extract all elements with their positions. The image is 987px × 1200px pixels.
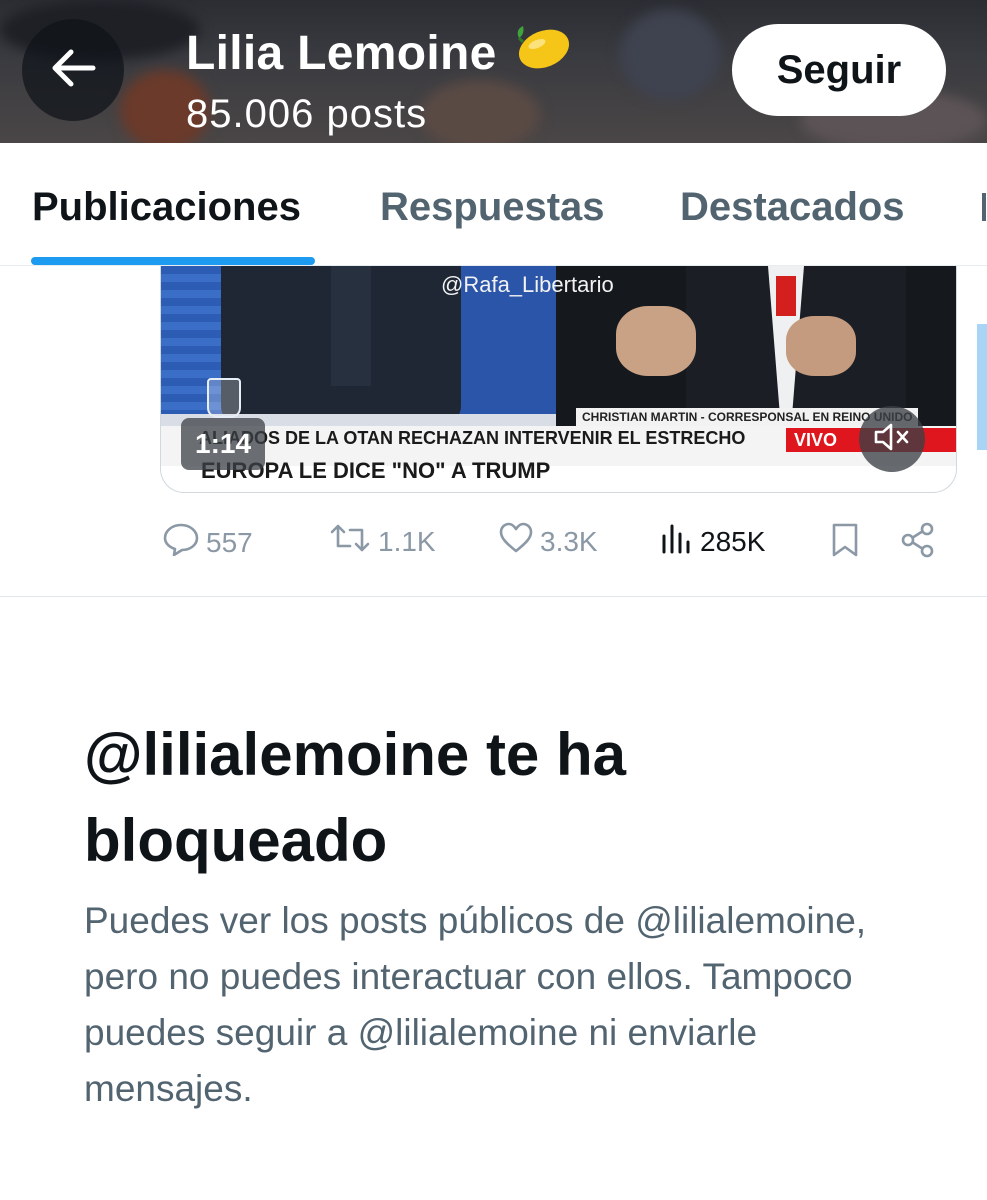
repost-count: 1.1K: [378, 525, 436, 557]
correspondent-hand: [616, 306, 696, 376]
lemon-icon: [511, 22, 573, 84]
tab-destacados[interactable]: Destacados: [680, 185, 905, 230]
bookmark-button[interactable]: [830, 522, 860, 565]
share-button[interactable]: [900, 522, 936, 565]
like-button[interactable]: 3.3K: [498, 522, 598, 561]
profile-name-text: Lilia Lemoine: [186, 26, 497, 80]
tab-respuestas[interactable]: Respuestas: [380, 185, 605, 230]
news-headline: ALIADOS DE LA OTAN RECHAZAN INTERVENIR E…: [199, 428, 746, 448]
video-player[interactable]: @Rafa_Libertario CHRISTIAN MARTIN - CORR…: [160, 266, 957, 493]
post-action-bar: 557 1.1K 3.3K 285K: [0, 512, 987, 572]
profile-header: Lilia Lemoine 85.006 posts Seguir: [0, 0, 987, 143]
video-watermark: @Rafa_Libertario: [441, 272, 614, 297]
correspondent-hand: [786, 316, 856, 376]
heart-icon: [498, 522, 534, 561]
tab-overflow-edge[interactable]: [982, 193, 986, 221]
reply-icon: [162, 522, 200, 563]
repost-icon: [328, 522, 372, 561]
views-count: 285K: [700, 525, 766, 557]
profile-name: Lilia Lemoine: [186, 22, 573, 84]
speaker-muted-icon: [872, 421, 912, 458]
header-banner-shape: [420, 80, 540, 143]
active-tab-indicator: [31, 257, 315, 265]
water-glass: [207, 378, 241, 418]
profile-tabs: Publicaciones Respuestas Destacados: [0, 143, 987, 266]
post-count: 85.006 posts: [186, 92, 428, 136]
microphone: [776, 276, 796, 316]
views-icon: [660, 522, 694, 561]
follow-button[interactable]: Seguir: [732, 24, 946, 116]
studio-host: [221, 266, 461, 426]
like-count: 3.3K: [540, 525, 598, 557]
video-right-panel: [556, 266, 956, 426]
header-banner-shape: [620, 10, 720, 100]
bookmark-icon: [830, 522, 860, 565]
reply-count: 557: [206, 526, 253, 558]
arrow-left-icon: [49, 48, 97, 93]
blocked-title: @lilialemoine te ha bloqueado: [84, 721, 626, 874]
back-button[interactable]: [22, 19, 124, 121]
post-divider: [0, 596, 987, 597]
scroll-indicator: [977, 324, 987, 450]
views-button[interactable]: 285K: [660, 522, 765, 561]
tab-publicaciones[interactable]: Publicaciones: [32, 185, 301, 230]
repost-button[interactable]: 1.1K: [328, 522, 436, 561]
video-duration: 1:14: [181, 418, 266, 470]
share-icon: [900, 522, 936, 565]
mute-button[interactable]: [859, 406, 925, 472]
blocked-message: Puedes ver los posts públicos de @lilial…: [84, 900, 867, 1109]
reply-button[interactable]: 557: [162, 522, 253, 563]
